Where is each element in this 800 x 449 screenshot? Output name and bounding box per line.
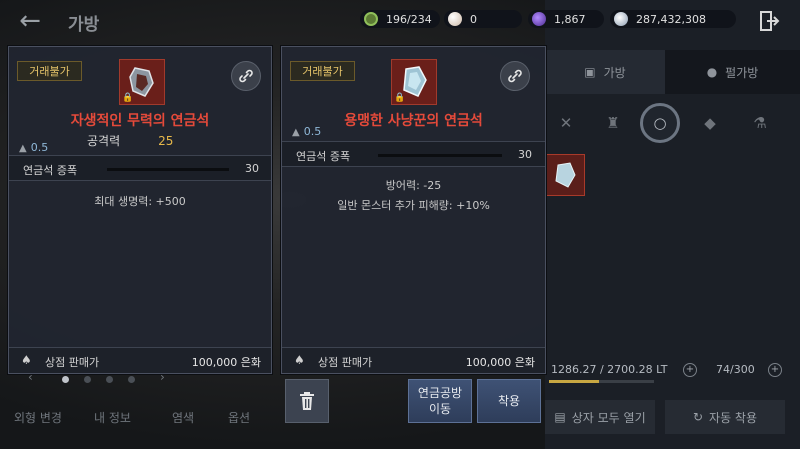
tab-options[interactable]: 옵션 [228, 402, 250, 432]
item-name: 용맹한 사냥꾼의 연금석 [344, 113, 483, 129]
top-bar: ← 가방 196/234 0 1,867 287,432,308 [0, 0, 800, 42]
page-dot[interactable] [106, 376, 113, 383]
weight-bar [549, 380, 654, 383]
enhancement-value: 30 [518, 148, 532, 161]
tab-appearance[interactable]: 외형 변경 [14, 402, 62, 432]
gem-filter-icon[interactable]: ◆ [695, 108, 725, 138]
accessory-filter-icon[interactable]: ○ [640, 103, 680, 143]
workshop-label-1: 연금공방 [417, 386, 463, 400]
weight-icon: ▲ [19, 143, 27, 154]
item-tooltip-1: 거래불가 🔒 자생적인 무력의 연금석 공격력 25 ▲ 0.5 연금석 증폭 30… [8, 46, 272, 374]
pearl-bag-tab-icon: ● [706, 65, 718, 79]
sell-price-row: ♠ 상점 판매가 100,000 은화 [282, 347, 545, 373]
sell-price-label: 상점 판매가 [45, 356, 100, 369]
crystal-resource: 1,867 [528, 10, 604, 28]
inventory-slot-alchemy-stone[interactable] [545, 154, 585, 196]
energy-icon [364, 12, 378, 26]
energy-value: 196/234 [386, 12, 432, 26]
alchemy-workshop-button[interactable]: 연금공방 이동 [408, 379, 472, 423]
alchemy-stone-icon: 🔒 [119, 59, 165, 105]
page-title: 가방 [68, 15, 100, 35]
refresh-icon: ↻ [692, 410, 704, 424]
item-weight-value: 0.5 [30, 141, 49, 154]
lock-icon: 🔒 [394, 93, 406, 103]
item-name: 자생적인 무력의 연금석 [70, 113, 210, 129]
no-trade-badge: 거래불가 [17, 61, 82, 81]
tab-pearl-bag[interactable]: ● 펄가방 [665, 50, 800, 94]
open-all-label: 상자 모두 열기 [571, 410, 646, 425]
workshop-label-2: 이동 [428, 402, 452, 416]
sell-price-value: 100,000 은화 [191, 356, 261, 369]
open-all-boxes-button[interactable]: ▤ 상자 모두 열기 [545, 400, 655, 434]
effect-line: 일반 몬스터 추가 피해량: +10% [337, 199, 490, 212]
energy-resource: 196/234 [360, 10, 440, 28]
category-filters: ✕ ♜ ○ ◆ ⚗ [545, 100, 800, 148]
enhancement-bar [378, 154, 502, 157]
pearl-value: 0 [470, 12, 477, 26]
page-dot[interactable] [128, 376, 135, 383]
enhancement-value: 30 [245, 162, 259, 175]
weight-bar-fill [549, 380, 599, 383]
tab-my-info[interactable]: 내 정보 [94, 402, 131, 432]
auto-equip-button[interactable]: ↻ 자동 착용 [665, 400, 785, 434]
box-icon: ▤ [554, 410, 566, 424]
enhancement-bar [107, 168, 229, 171]
weight-readout: 1286.27 / 2700.28 LT [551, 363, 668, 376]
alchemy-stone-icon: 🔒 [391, 59, 437, 105]
effect-line: 방어력: -25 [385, 179, 442, 192]
potion-filter-icon[interactable]: ⚗ [745, 108, 775, 138]
attack-value: 25 [158, 134, 174, 148]
item-weight: ▲ 0.5 [292, 125, 321, 138]
sell-price-value: 100,000 은화 [465, 356, 535, 369]
slots-plus-icon[interactable]: + [768, 363, 782, 377]
page-dot[interactable] [62, 376, 69, 383]
item-tooltip-2: 거래불가 🔒 용맹한 사냥꾼의 연금석 ▲ 0.5 연금석 증폭 30 방어력: … [281, 46, 546, 374]
tab-bag-label: 가방 [603, 65, 626, 80]
delete-button[interactable] [285, 379, 329, 423]
attack-label: 공격력 [87, 134, 121, 148]
auto-equip-label: 자동 착용 [709, 410, 758, 425]
link-icon[interactable] [500, 61, 530, 91]
equip-button[interactable]: 착용 [477, 379, 541, 423]
exit-icon[interactable] [758, 10, 780, 32]
back-arrow-icon[interactable]: ← [14, 8, 46, 34]
sell-price-label: 상점 판매가 [318, 356, 373, 369]
pearl-resource: 0 [444, 10, 522, 28]
crystal-icon [532, 12, 546, 26]
money-bag-icon: ♠ [294, 353, 305, 367]
silver-value: 287,432,308 [636, 12, 706, 26]
weapon-filter-icon[interactable]: ✕ [551, 108, 581, 138]
sell-price-row: ♠ 상점 판매가 100,000 은화 [9, 347, 271, 373]
enhancement-row: 연금석 증폭 30 [9, 155, 271, 181]
enhancement-label: 연금석 증폭 [23, 164, 78, 177]
pearl-icon [448, 12, 462, 26]
armor-filter-icon[interactable]: ♜ [598, 108, 628, 138]
money-bag-icon: ♠ [21, 353, 32, 367]
page-dot[interactable] [84, 376, 91, 383]
item-weight-value: 0.5 [303, 125, 322, 138]
link-icon[interactable] [231, 61, 261, 91]
tab-bag[interactable]: ▣ 가방 [545, 50, 665, 94]
weight-icon: ▲ [292, 127, 300, 138]
effect-line: 최대 생명력: +500 [94, 195, 186, 208]
tab-dye[interactable]: 염색 [172, 402, 194, 432]
tab-pearl-bag-label: 펄가방 [725, 65, 759, 80]
page-indicator: ‹ › [28, 370, 178, 386]
trash-icon [300, 392, 314, 410]
no-trade-badge: 거래불가 [290, 61, 355, 81]
silver-icon [614, 12, 628, 26]
attack-stat: 공격력 25 [87, 132, 227, 149]
enhancement-row: 연금석 증폭 30 [282, 141, 545, 167]
bag-tab-icon: ▣ [584, 65, 596, 79]
enhancement-label: 연금석 증폭 [296, 150, 351, 163]
silver-resource: 287,432,308 [610, 10, 736, 28]
weight-plus-icon[interactable]: + [683, 363, 697, 377]
lock-icon: 🔒 [122, 93, 134, 103]
slot-count: 74/300 [716, 363, 755, 376]
item-weight: ▲ 0.5 [19, 141, 48, 154]
crystal-value: 1,867 [554, 12, 586, 26]
